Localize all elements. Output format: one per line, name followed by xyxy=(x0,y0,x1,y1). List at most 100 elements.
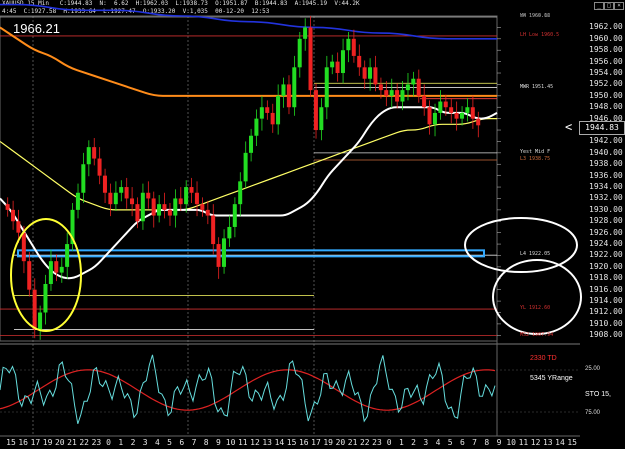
price-tick-label: 1916.00 xyxy=(589,284,623,294)
time-tick-label: 10 xyxy=(506,438,516,447)
candle-body xyxy=(449,107,454,113)
candle-body xyxy=(108,192,113,205)
last-price-box: 1944.83 xyxy=(579,121,625,135)
price-tick-label: 1936.00 xyxy=(589,170,623,180)
price-tick-label: 1960.00 xyxy=(589,33,623,43)
price-tick-label: 1924.00 xyxy=(589,239,623,249)
candle-body xyxy=(346,38,351,51)
time-tick-label: 5 xyxy=(167,438,172,447)
time-tick-label: 0 xyxy=(106,438,111,447)
time-tick-label: 14 xyxy=(555,438,565,447)
candle-body xyxy=(362,67,367,79)
ma-fast-line xyxy=(0,106,498,280)
candle-body xyxy=(335,61,340,74)
price-tick-label: 1926.00 xyxy=(589,227,623,237)
candle-body xyxy=(249,135,254,153)
time-tick-label: 17 xyxy=(311,438,321,447)
candle-body xyxy=(65,244,70,267)
time-tick-label: 19 xyxy=(42,438,53,447)
candle-body xyxy=(411,78,416,85)
time-tick-label: 11 xyxy=(237,438,248,447)
candle-body xyxy=(227,226,232,239)
candle-body xyxy=(86,147,91,165)
candle-body xyxy=(48,261,53,284)
time-tick-label: 2 xyxy=(411,438,416,447)
price-tick-label: 1912.00 xyxy=(589,307,623,317)
candle-body xyxy=(221,238,226,267)
candle-body xyxy=(113,192,118,205)
time-tick-label: 11 xyxy=(518,438,529,447)
candle-body xyxy=(119,187,124,193)
price-tick-label: 1910.00 xyxy=(589,318,623,328)
price-tick-label: 1928.00 xyxy=(589,216,623,226)
candle-body xyxy=(389,90,394,96)
time-tick-label: 5 xyxy=(447,438,453,447)
candle-body xyxy=(357,55,362,68)
candle-body xyxy=(427,107,432,125)
time-tick-label: 1 xyxy=(398,438,404,447)
time-tick-label: 20 xyxy=(54,438,65,447)
time-tick-label: 23 xyxy=(91,438,102,447)
price-tick-label: 1962.00 xyxy=(589,22,623,32)
candle-body xyxy=(11,209,16,222)
level-label: Yest Mid F xyxy=(520,148,551,155)
candle-body xyxy=(238,181,243,205)
time-tick-label: 8 xyxy=(203,438,209,447)
candle-body xyxy=(340,50,345,74)
candle-body xyxy=(173,198,178,216)
candle-body xyxy=(146,192,151,199)
candle-body xyxy=(459,112,464,119)
candle-body xyxy=(373,67,378,85)
candle-body xyxy=(400,90,405,102)
annotation-ellipse-white xyxy=(464,217,578,273)
candle-body xyxy=(151,198,156,216)
ma-mid-line xyxy=(0,118,497,211)
candle-body xyxy=(130,198,135,205)
price-tick-label: 1932.00 xyxy=(589,193,623,203)
time-tick-label: 6 xyxy=(459,438,465,447)
time-tick-label: 15 xyxy=(6,438,16,447)
forex-chart-window: XAUUSD 15 Min C:1944.83 N: 6.62 H:1962.0… xyxy=(0,0,625,449)
time-tick-label: 12 xyxy=(530,438,541,447)
price-tick-label: 1922.00 xyxy=(589,250,623,260)
candle-body xyxy=(97,158,102,176)
range-label: 5345 YRange xyxy=(530,375,573,382)
candle-body xyxy=(32,289,37,330)
time-tick-label: 14 xyxy=(274,438,285,447)
candle-body xyxy=(405,84,410,91)
price-tick-label: 1948.00 xyxy=(589,102,623,112)
candle-body xyxy=(368,67,373,79)
candle-body xyxy=(281,84,286,96)
level-label: LH Low 1960.5 xyxy=(520,31,560,38)
time-tick-label: 3 xyxy=(423,438,429,447)
candle-body xyxy=(313,90,318,131)
time-tick-label: 2 xyxy=(130,438,136,447)
td-label: 2330 TD xyxy=(530,355,557,362)
candle-body xyxy=(270,112,275,125)
candle-body xyxy=(162,204,167,210)
price-panel-frame xyxy=(0,15,498,342)
candle-body xyxy=(43,283,48,313)
candle-body xyxy=(308,27,313,91)
candle-body xyxy=(416,78,421,96)
price-tick-label: 1920.00 xyxy=(589,261,623,271)
time-tick-label: 19 xyxy=(323,438,333,447)
candle-body xyxy=(276,95,281,125)
time-tick-label: 7 xyxy=(191,438,197,447)
price-tick-label: 1908.00 xyxy=(589,330,623,340)
candle-body xyxy=(102,175,107,193)
candle-body xyxy=(38,312,43,330)
price-tick-label: 1956.00 xyxy=(589,56,623,66)
last-price-arrow-icon: < xyxy=(565,120,573,134)
time-tick-label: 4 xyxy=(154,438,160,447)
sto-label: STO 15, xyxy=(585,391,611,398)
price-tick-label: 1938.00 xyxy=(589,159,623,169)
candle-body xyxy=(438,101,443,113)
price-tick-label: 1934.00 xyxy=(589,182,623,192)
time-tick-label: 3 xyxy=(142,438,148,447)
candle-body xyxy=(54,261,59,273)
candle-body xyxy=(454,112,459,119)
time-tick-label: 7 xyxy=(472,438,477,447)
candle-body xyxy=(27,261,32,290)
highlight-box xyxy=(17,249,485,258)
